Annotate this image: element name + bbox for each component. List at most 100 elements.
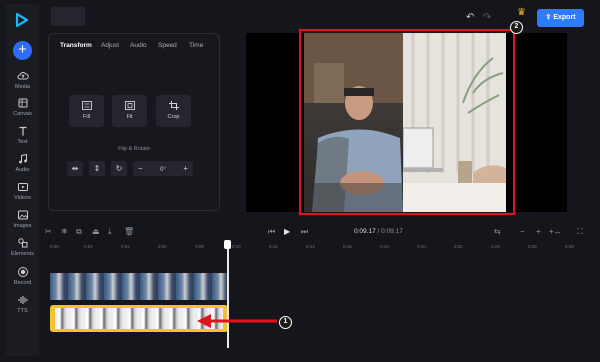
video-editor-app: + Media Canvas Text Audio Videos Images … <box>0 0 600 362</box>
flip-vertical-button[interactable]: ⇕ <box>89 161 105 176</box>
sidebar-item-text[interactable]: Text <box>6 125 39 145</box>
callout-arrow-icon <box>197 314 277 328</box>
left-sidebar: + Media Canvas Text Audio Videos Images … <box>6 4 39 356</box>
skip-back-icon[interactable]: ⏮ <box>268 227 275 237</box>
fullscreen-icon[interactable]: ⛶ <box>577 227 583 237</box>
music-note-icon <box>18 153 27 164</box>
sidebar-item-label: Videos <box>14 195 31 201</box>
panel-tabs: Transform Adjust Audio Speed Time <box>49 34 219 58</box>
rotation-stepper[interactable]: − 0° + <box>133 161 193 176</box>
canvas-icon <box>18 98 27 108</box>
sidebar-item-label: Images <box>13 223 32 229</box>
fit-button[interactable]: Fit <box>112 95 147 127</box>
undo-icon[interactable]: ↶ <box>466 12 474 23</box>
playhead[interactable] <box>227 241 229 348</box>
sidebar-item-videos[interactable]: Videos <box>6 181 39 201</box>
crown-icon[interactable]: ♛ <box>517 7 526 18</box>
fill-icon <box>81 101 92 110</box>
sidebar-item-media[interactable]: Media <box>6 70 39 90</box>
skip-forward-icon[interactable]: ⏭ <box>301 227 308 237</box>
ruler-tick: 0:14 <box>306 244 315 249</box>
minus-icon[interactable]: − <box>138 161 143 176</box>
ruler-tick: 0:18 <box>380 244 389 249</box>
timeline-toolbar: ✂ ❄ ⧉ ⏏ ⤓ 🗑 ⏮ ▶ ⏭ 0:09.17 / 0:09.17 ⇆ − … <box>39 224 594 240</box>
ruler-tick: 0:04 <box>121 244 130 249</box>
rotation-value[interactable]: 0° <box>160 167 166 173</box>
sidebar-item-label: TTS <box>17 308 28 314</box>
tab-speed[interactable]: Speed <box>158 42 177 49</box>
sidebar-item-label: Record <box>13 280 32 286</box>
fit-icon <box>124 101 135 110</box>
cloud-upload-icon <box>17 72 29 80</box>
time-separator: / <box>377 228 380 235</box>
sidebar-item-images[interactable]: Images <box>6 209 39 229</box>
eject-icon[interactable]: ⏏ <box>92 227 100 236</box>
trash-icon[interactable]: 🗑 <box>124 227 134 236</box>
sidebar-item-label: Media <box>15 84 30 90</box>
playhead-handle[interactable] <box>224 240 231 249</box>
zoom-fit-icon[interactable]: +↔ <box>549 227 562 236</box>
tab-adjust[interactable]: Adjust <box>101 42 119 49</box>
upload-icon: ⇪ <box>545 14 552 21</box>
flip-horizontal-button[interactable]: ⇹ <box>67 161 83 176</box>
crop-label: Crop <box>167 114 180 120</box>
flip-vertical-icon: ⇕ <box>93 164 101 173</box>
fill-label: Fill <box>82 114 91 120</box>
ruler-tick: 0:28 <box>565 244 574 249</box>
plus-icon[interactable]: + <box>183 161 188 176</box>
crop-button[interactable]: Crop <box>156 95 191 127</box>
play-icon[interactable]: ▶ <box>284 227 290 236</box>
callout-2: 2 <box>510 21 523 34</box>
sidebar-item-label: Canvas <box>13 111 32 117</box>
timecode: 0:09.17 / 0:09.17 <box>354 228 403 235</box>
properties-panel: Transform Adjust Audio Speed Time Fill F… <box>48 33 220 211</box>
crop-icon <box>168 101 179 110</box>
ruler-tick: 0:00 <box>50 244 59 249</box>
callout-1: 1 <box>279 316 292 329</box>
ruler-tick: 0:10 <box>232 244 241 249</box>
ruler-tick: 0:12 <box>269 244 278 249</box>
waveform-icon <box>18 296 27 304</box>
video-clip-track-1[interactable] <box>50 273 228 300</box>
timeline-ruler[interactable]: 0:00 0:02 0:04 0:06 0:08 0:10 0:12 0:14 … <box>46 243 594 253</box>
ruler-tick: 0:02 <box>84 244 93 249</box>
tab-audio[interactable]: Audio <box>130 42 147 49</box>
sidebar-item-label: Audio <box>15 167 30 173</box>
project-title-field[interactable] <box>51 7 85 26</box>
ruler-tick: 0:24 <box>491 244 500 249</box>
ruler-tick: 0:16 <box>343 244 352 249</box>
text-icon <box>19 126 26 136</box>
rotate-button[interactable]: ↻ <box>111 161 127 176</box>
redo-icon[interactable]: ↷ <box>483 12 491 23</box>
image-icon <box>17 210 28 220</box>
sidebar-item-audio[interactable]: Audio <box>6 153 39 173</box>
sidebar-item-record[interactable]: Record <box>6 266 39 286</box>
sidebar-item-label: Text <box>17 139 28 145</box>
add-media-button[interactable]: + <box>13 41 32 60</box>
adjust-icon[interactable]: ⇆ <box>494 227 501 236</box>
record-icon <box>17 267 28 277</box>
download-icon[interactable]: ⤓ <box>108 227 112 237</box>
ruler-tick: 0:20 <box>417 244 426 249</box>
sidebar-item-label: Elements <box>11 251 34 257</box>
export-label: Export <box>553 14 576 21</box>
zoom-out-icon[interactable]: − <box>520 227 525 236</box>
sidebar-item-tts[interactable]: TTS <box>6 294 39 314</box>
fill-button[interactable]: Fill <box>69 95 104 127</box>
duplicate-icon[interactable]: ⧉ <box>76 227 82 237</box>
app-logo-icon[interactable] <box>14 12 30 28</box>
current-time: 0:09.17 <box>354 228 376 235</box>
split-icon[interactable]: ✂ <box>45 227 52 236</box>
tab-transform[interactable]: Transform <box>60 42 92 49</box>
export-button[interactable]: ⇪ Export <box>537 9 584 27</box>
ruler-tick: 0:26 <box>528 244 537 249</box>
highlight-frame-preview <box>299 29 515 215</box>
freeze-icon[interactable]: ❄ <box>61 227 68 236</box>
sidebar-item-elements[interactable]: Elements <box>6 237 39 257</box>
tab-time[interactable]: Time <box>189 42 203 49</box>
sidebar-item-canvas[interactable]: Canvas <box>6 97 39 117</box>
ruler-tick: 0:22 <box>454 244 463 249</box>
shapes-icon <box>17 238 27 248</box>
zoom-in-icon[interactable]: + <box>536 227 541 236</box>
ruler-tick: 0:06 <box>158 244 167 249</box>
